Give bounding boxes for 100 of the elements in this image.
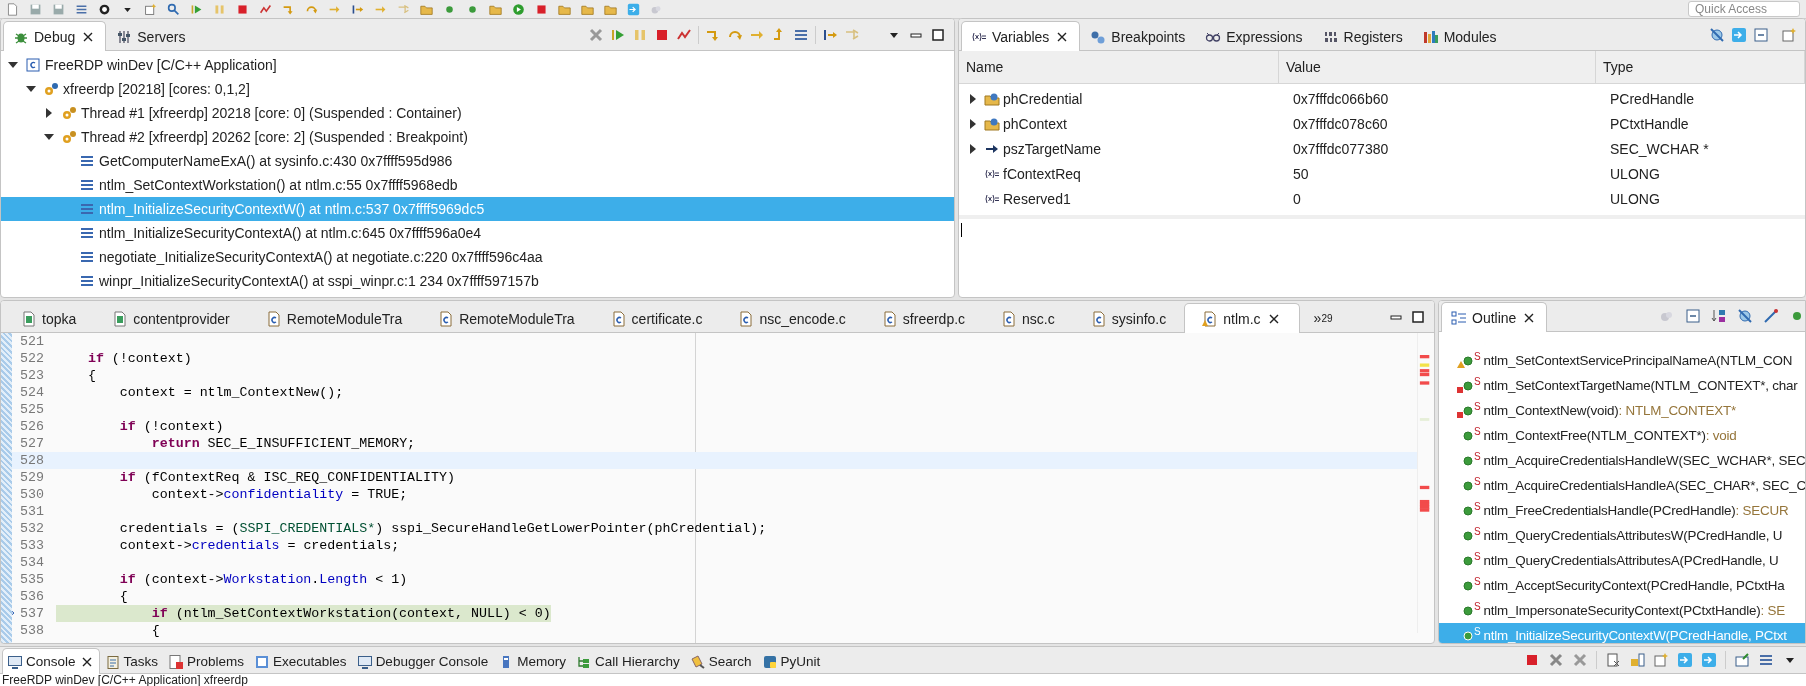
variable-name: phCredential (1003, 90, 1083, 107)
tab[interactable]: Expressions (1195, 22, 1313, 50)
tab[interactable]: Console (2, 648, 100, 674)
stack-frame-icon (79, 273, 95, 289)
tree-item[interactable]: FreeRDP winDev [C/C++ Application] (1, 53, 954, 77)
line-number: 537 (19, 606, 44, 621)
collapse-all-icon[interactable] (1685, 308, 1701, 324)
list-icon[interactable] (1758, 652, 1774, 668)
tab[interactable]: Outline (1441, 302, 1548, 332)
instruction-step-icon[interactable] (822, 27, 838, 43)
c-file-icon (881, 310, 898, 327)
tab[interactable]: Servers (106, 22, 196, 50)
outline-item[interactable]: $^{S}$ ntlm_QueryCredentialsAttributesW(PCredHandle, U (1439, 523, 1805, 548)
tab[interactable]: nsc.c (983, 304, 1073, 332)
stack-frame-icon (79, 201, 95, 217)
new-view-icon[interactable] (1781, 27, 1797, 43)
tab[interactable]: Executables (249, 649, 352, 673)
gears-icon (61, 105, 77, 121)
tab[interactable]: Breakpoints (1080, 22, 1196, 50)
hide-fields-icon[interactable] (1709, 27, 1725, 43)
tab[interactable]: nsc_encode.c (720, 304, 864, 332)
new-view-icon[interactable] (144, 2, 157, 16)
line-number: 528 (19, 453, 44, 468)
tree-item[interactable]: ntlm_SetContextWorkstation() at ntlm.c:55 0x7ffff5968edb (1, 173, 954, 197)
resume-icon[interactable] (190, 2, 203, 16)
hide-fields-icon[interactable] (1737, 308, 1753, 324)
tab[interactable]: RemoteModuleTra (247, 304, 421, 332)
column-header[interactable]: Value (1279, 51, 1596, 83)
code-line: { (86, 367, 96, 384)
stop-icon[interactable] (654, 27, 670, 43)
tab[interactable]: Registers (1312, 22, 1413, 50)
outline-item[interactable]: $^{S}$ ntlm_AcquireCredentialsHandleW(SEC_WCHAR*, SEC (1439, 448, 1805, 473)
outline-item[interactable]: $^{S}$ ntlm_QueryCredentialsAttributesA(PCredHandle, U (1439, 548, 1805, 573)
tab[interactable]: Search (684, 649, 757, 673)
quick-access-field[interactable]: Quick Access (1688, 1, 1800, 17)
search-icon[interactable] (167, 2, 180, 16)
tab[interactable]: Modules (1412, 22, 1507, 50)
console-title: FreeRDP winDev [C/C++ Application] xfreerdp (2, 673, 248, 686)
outline-item[interactable]: $^{S}$ ntlm_ImpersonateSecurityContext(PCtxtHandle): SE (1439, 598, 1805, 623)
tab[interactable]: contentprovider (94, 304, 248, 332)
outline-item[interactable]: $^{S}$ ntlm_FreeCredentialsHandle(PCredHandle): SECUR (1439, 498, 1805, 523)
stop-icon[interactable] (236, 2, 249, 16)
column-header[interactable]: Name (959, 51, 1279, 83)
tab[interactable]: Memory (493, 649, 571, 673)
tab[interactable]: Problems (163, 649, 250, 673)
clear-console-icon[interactable] (1605, 652, 1621, 668)
tree-item[interactable]: Thread #1 [xfreerdp] 20218 [core: 0] (Suspended : Container) (1, 101, 954, 125)
tree-item[interactable]: xfreerdp [20218] [cores: 0,1,2] (1, 77, 954, 101)
disconnect-icon[interactable] (259, 2, 272, 16)
stop-icon[interactable] (535, 2, 548, 16)
run-icon[interactable] (512, 2, 525, 16)
tab[interactable]: certificate.c (592, 304, 721, 332)
stop-icon[interactable] (1524, 652, 1540, 668)
tab[interactable]: Debugger Console (351, 649, 494, 673)
collapse-all-icon[interactable] (1753, 27, 1769, 43)
tab[interactable]: ntlm.c (1184, 303, 1300, 333)
code-line: context->credentials = credentials; (118, 537, 400, 554)
outline-item[interactable]: $^{S}$ ntlm_ContextFree(NTLM_CONTEXT*): void (1439, 423, 1805, 448)
code-line: context = ntlm_ContextNew(); (118, 384, 344, 401)
save-icon[interactable] (29, 2, 42, 16)
outline-item[interactable]: $^{S}$ ntlm_AcquireCredentialsHandleA(SEC_CHAR*, SEC_C (1439, 473, 1805, 498)
outline-item[interactable]: $^{S}$ ntlm_AcceptSecurityContext(PCredHandle, PCtxtHa (1439, 573, 1805, 598)
tab[interactable]: Variables (961, 21, 1081, 51)
tree-item[interactable]: negotiate_InitializeSecurityContextA() at negotiate.c:220 0x7ffff596c4aa (1, 245, 954, 269)
remove-icon[interactable] (1548, 652, 1564, 668)
line-number: 524 (19, 385, 44, 400)
tab[interactable]: PyUnit (756, 649, 826, 673)
list-icon[interactable] (793, 27, 809, 43)
tree-item[interactable]: Thread #2 [xfreerdp] 20262 [core: 2] (Suspended : Breakpoint) (1, 125, 954, 149)
line-number: 521 (19, 334, 44, 349)
outline-item[interactable]: $^{S}$ ntlm_ContextNew(void): NTLM_CONTEXT* (1439, 398, 1805, 423)
tab[interactable]: sysinfo.c (1072, 304, 1185, 332)
tree-item[interactable]: ntlm_InitializeSecurityContextA() at ntlm.c:645 0x7ffff596a0e4 (1, 221, 954, 245)
instruction-step-icon[interactable] (351, 2, 364, 16)
outline-item[interactable]: $^{S}$ ntlm_SetContextTargetName(NTLM_CONTEXT*, char (1439, 373, 1805, 398)
tab[interactable]: topka (3, 304, 95, 332)
gears-icon (43, 81, 59, 97)
flashlight-icon (689, 653, 706, 670)
remove-all-icon[interactable] (588, 27, 604, 43)
remove-all-icon[interactable] (1572, 652, 1588, 668)
maximize-icon[interactable] (930, 27, 946, 43)
tab[interactable]: Call Hierarchy (570, 649, 685, 673)
new-view-icon[interactable] (1653, 652, 1669, 668)
outline-item[interactable]: $^{S}$ ntlm_SetContextServicePrincipalNameA(NTLM_CON (1439, 348, 1805, 373)
pin-icon[interactable] (1734, 652, 1750, 668)
list-icon[interactable] (75, 2, 88, 16)
column-header[interactable]: Type (1596, 51, 1805, 83)
tab[interactable]: RemoteModuleTra (420, 304, 593, 332)
tab[interactable]: Tasks (99, 649, 164, 673)
monitor-icon (356, 653, 373, 670)
scroll-lock-icon[interactable] (1629, 652, 1645, 668)
sort-icon[interactable] (1711, 308, 1727, 324)
tab[interactable]: Debug (3, 21, 107, 51)
save-icon[interactable] (52, 2, 65, 16)
tree-item[interactable]: GetComputerNameExA() at sysinfo.c:430 0x7ffff595d986 (1, 149, 954, 173)
tree-item[interactable]: winpr_InitializeSecurityContextA() at sspi_winpr.c:1 234 0x7ffff597157b (1, 269, 954, 293)
maximize-icon[interactable] (1410, 309, 1426, 325)
new-file-icon[interactable] (6, 2, 19, 16)
resume-icon[interactable] (610, 27, 626, 43)
tab[interactable]: sfreerdp.c (863, 304, 984, 332)
